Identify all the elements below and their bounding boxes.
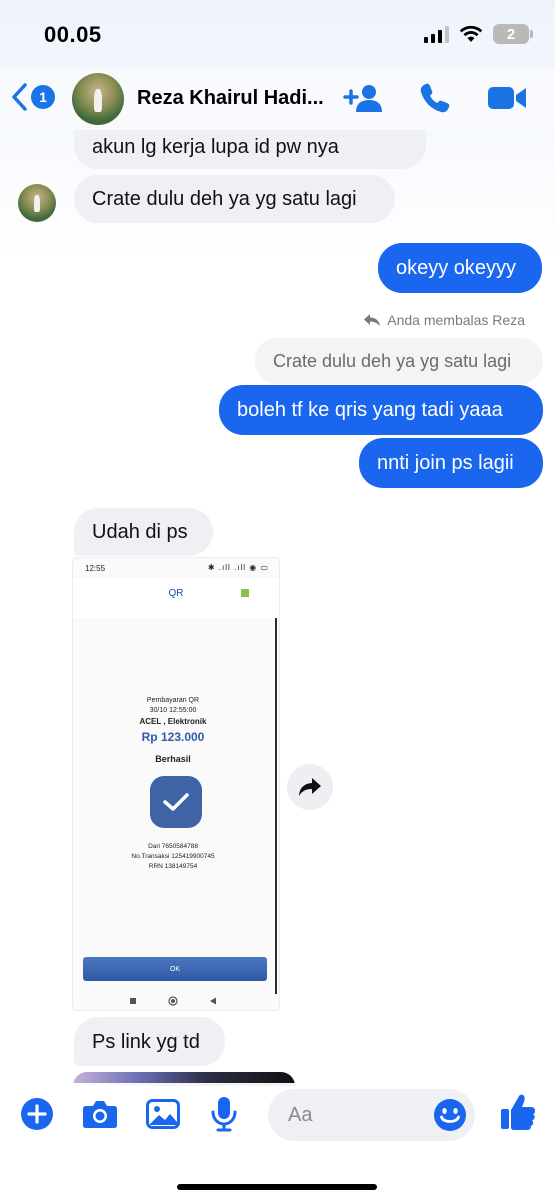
like-icon[interactable] <box>500 1093 536 1131</box>
transaction-number: No.Transaksi 125419900745 <box>131 853 215 860</box>
video-call-icon[interactable] <box>487 84 527 112</box>
quoted-message[interactable]: Crate dulu deh ya yg satu lagi <box>255 338 543 384</box>
header-actions <box>343 82 527 114</box>
payment-result: Berhasil <box>155 754 191 764</box>
message-outgoing[interactable]: nnti join ps lagii <box>359 438 543 488</box>
screenshot-nav-bar <box>73 994 273 1008</box>
status-icons: 2 <box>424 24 533 44</box>
screenshot-indicator-square <box>241 589 249 597</box>
reply-indicator-label: Anda membalas Reza <box>387 312 525 328</box>
merchant-name: ACEL , Elektronik <box>139 717 207 726</box>
message-incoming[interactable]: akun lg kerja lupa id pw nya <box>74 124 426 169</box>
rrn-number: RRN 138149754 <box>148 863 198 870</box>
forward-button[interactable] <box>287 764 333 810</box>
message-incoming[interactable]: Crate dulu deh ya yg satu lagi <box>74 175 395 223</box>
reply-indicator: Anda membalas Reza <box>363 312 525 328</box>
phone-icon[interactable] <box>419 82 451 114</box>
payment-amount: Rp 123.000 <box>141 730 205 744</box>
screenshot-time: 12:55 <box>85 564 106 573</box>
status-time: 00.05 <box>44 22 102 47</box>
battery-icon: 2 <box>493 24 533 44</box>
payment-label: Pembayaran QR <box>146 697 200 704</box>
message-input[interactable]: Aa <box>268 1089 475 1141</box>
message-outgoing[interactable]: okeyy okeyyy <box>378 243 542 293</box>
payment-from: Dari 7650584788 <box>148 843 198 850</box>
message-incoming[interactable]: Ps link yg td <box>74 1017 225 1066</box>
payment-datetime: 30/10 12:55:00 <box>149 707 197 714</box>
cellular-signal-icon <box>424 25 449 43</box>
screenshot-ok-button: OK <box>83 957 267 981</box>
microphone-icon[interactable] <box>211 1096 237 1132</box>
message-composer: Aa <box>0 1083 555 1200</box>
contact-name[interactable]: Reza Khairul Hadi... <box>137 87 347 110</box>
forward-arrow-icon <box>299 778 321 796</box>
sender-avatar <box>18 184 56 222</box>
message-outgoing[interactable]: boleh tf ke qris yang tadi yaaa <box>219 385 543 435</box>
chat-header: 1 Reza Khairul Hadi... <box>0 68 555 130</box>
screenshot-status-bar: 12:55 ✱ .ıll .ıll ◉ ▭ <box>73 558 279 578</box>
emoji-icon[interactable] <box>433 1098 467 1132</box>
message-input-placeholder: Aa <box>288 1103 313 1126</box>
unread-count-badge: 1 <box>31 85 55 109</box>
back-nav-icon <box>210 997 217 1005</box>
back-button[interactable]: 1 <box>10 82 55 112</box>
gallery-icon[interactable] <box>146 1099 180 1129</box>
reply-arrow-icon <box>364 314 381 326</box>
message-incoming[interactable]: Udah di ps <box>74 508 213 556</box>
screenshot-status-icons: ✱ .ıll .ıll ◉ ▭ <box>207 563 269 572</box>
square-nav-icon <box>129 998 136 1004</box>
wifi-icon <box>459 25 483 42</box>
plus-icon[interactable] <box>20 1097 54 1131</box>
screenshot-edge-line <box>275 618 277 994</box>
contact-avatar[interactable] <box>72 73 124 125</box>
home-nav-icon <box>168 996 178 1006</box>
camera-icon[interactable] <box>82 1099 118 1129</box>
checkmark-icon <box>150 776 202 828</box>
message-list[interactable]: akun lg kerja lupa id pw nya Crate dulu … <box>0 0 555 1200</box>
shared-screenshot-image[interactable]: 12:55 ✱ .ıll .ıll ◉ ▭ QR Pembayaran QR 3… <box>73 558 279 1010</box>
status-bar: 00.05 2 <box>0 0 555 70</box>
chevron-left-icon <box>12 83 27 111</box>
add-person-icon[interactable] <box>343 83 383 113</box>
home-indicator <box>177 1184 377 1190</box>
